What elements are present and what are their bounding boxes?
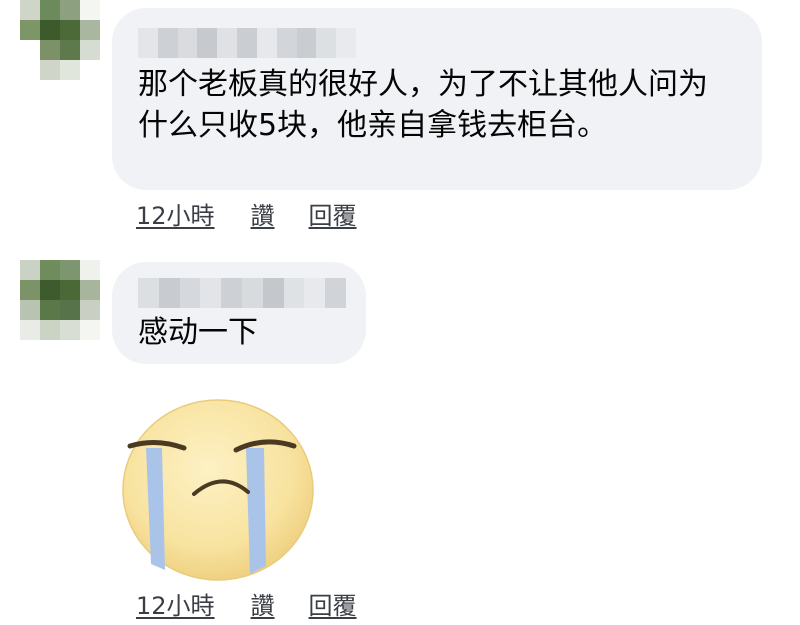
crying-face-icon <box>122 399 314 581</box>
commenter-name-pixelated[interactable] <box>138 278 346 308</box>
like-link[interactable]: 讚 <box>251 196 275 231</box>
commenter-name-pixelated[interactable] <box>138 28 356 58</box>
avatar[interactable] <box>20 0 100 80</box>
comment-text: 那个老板真的很好人，为了不让其他人问为什么只收5块，他亲自拿钱去柜台。 <box>138 67 708 143</box>
comment-timestamp[interactable]: 12小時 <box>136 196 215 231</box>
avatar[interactable] <box>20 260 100 340</box>
like-link[interactable]: 讚 <box>251 586 275 621</box>
reply-link[interactable]: 回覆 <box>309 586 357 621</box>
reply-link[interactable]: 回覆 <box>309 196 357 231</box>
comment-text: 感动一下 <box>138 315 258 350</box>
comment-bubble: 那个老板真的很好人，为了不让其他人问为什么只收5块，他亲自拿钱去柜台。 <box>112 8 762 190</box>
comment-bubble: 感动一下 <box>112 262 366 364</box>
comment-actions: 12小時 讚 回覆 <box>136 586 357 621</box>
comment-actions: 12小時 讚 回覆 <box>136 196 357 231</box>
comment-thread: 那个老板真的很好人，为了不让其他人问为什么只收5块，他亲自拿钱去柜台。 12小時… <box>0 0 800 625</box>
comment-timestamp[interactable]: 12小時 <box>136 586 215 621</box>
